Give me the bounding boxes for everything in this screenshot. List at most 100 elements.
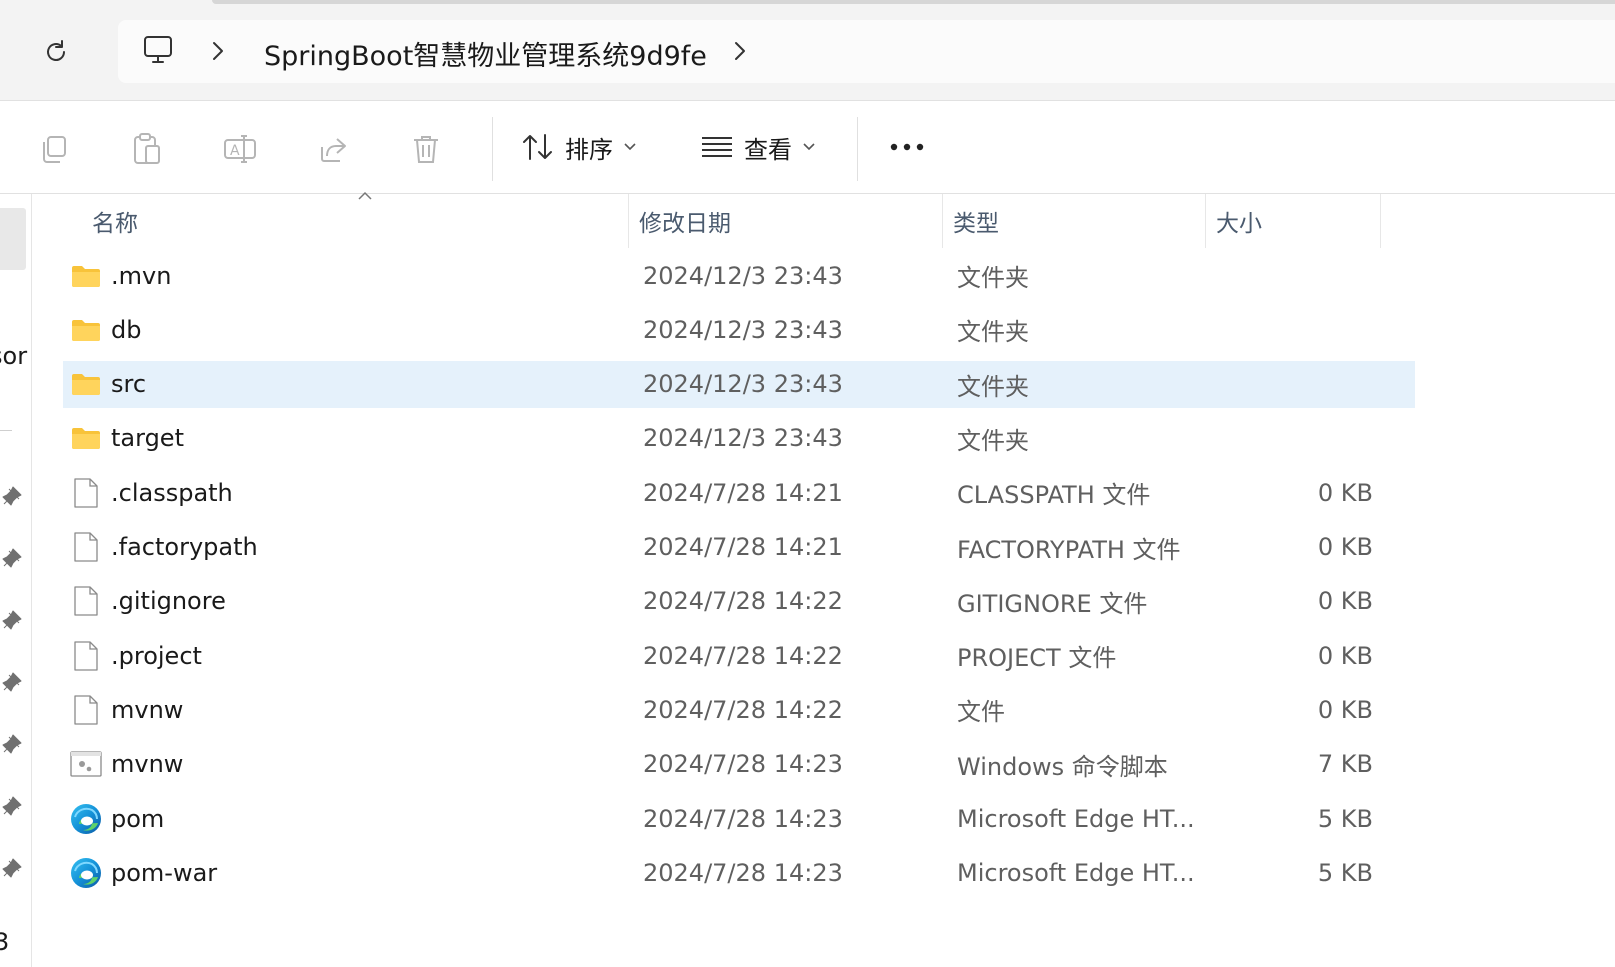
copy-icon [43, 136, 66, 163]
navigation-pane: sor 3 [0, 194, 32, 967]
address-bar[interactable]: SpringBoot智慧物业管理系统9d9fe [118, 20, 1615, 83]
file-row[interactable]: .mvn 2024/12/3 23:43 文件夹 [63, 252, 1415, 299]
file-name: .mvn [111, 261, 172, 290]
nav-item-label[interactable]: 3 [0, 928, 30, 956]
chevron-right-icon[interactable] [208, 40, 228, 62]
file-type: FACTORYPATH 文件 [957, 535, 1181, 564]
pin-icon[interactable] [0, 856, 24, 880]
column-divider[interactable] [1380, 194, 1381, 248]
toolbar-separator [492, 117, 493, 181]
pin-icon[interactable] [0, 670, 24, 694]
file-type: GITIGNORE 文件 [957, 589, 1148, 618]
pin-icon[interactable] [0, 794, 24, 818]
file-row[interactable]: mvnw 2024/7/28 14:23 Windows 命令脚本 7 KB [63, 741, 1415, 788]
file-type: Microsoft Edge HT... [957, 858, 1195, 887]
file-modified-date: 2024/7/28 14:22 [643, 587, 843, 616]
view-button[interactable]: 查看 [700, 123, 816, 171]
file-icon [69, 686, 103, 733]
paste-button[interactable] [127, 129, 167, 169]
share-icon [321, 138, 346, 162]
column-header-date[interactable]: 修改日期 [629, 194, 942, 248]
file-modified-date: 2024/7/28 14:23 [643, 750, 843, 779]
cmd-script-icon [69, 741, 103, 788]
file-row[interactable]: mvnw 2024/7/28 14:22 文件 0 KB [63, 686, 1415, 733]
file-name: .factorypath [111, 533, 258, 561]
address-bar-area: SpringBoot智慧物业管理系统9d9fe [0, 0, 1615, 101]
trash-icon [414, 136, 438, 163]
refresh-button[interactable] [36, 32, 76, 72]
pin-icon[interactable] [0, 608, 24, 632]
file-size [1223, 252, 1373, 299]
file-modified-date: 2024/12/3 23:43 [643, 370, 843, 399]
refresh-icon [47, 40, 65, 61]
folder-icon [69, 361, 103, 408]
file-row[interactable]: src 2024/12/3 23:43 文件夹 [63, 360, 1415, 408]
breadcrumb-folder[interactable]: SpringBoot智慧物业管理系统9d9fe [264, 34, 707, 73]
rename-icon: A [224, 135, 256, 163]
file-row[interactable]: pom 2024/7/28 14:23 Microsoft Edge HT... 5 … [63, 795, 1415, 842]
chevron-down-icon [803, 143, 815, 151]
copy-button[interactable] [34, 129, 74, 169]
file-type: Windows 命令脚本 [957, 752, 1168, 781]
chevron-right-icon[interactable] [730, 40, 750, 62]
file-row[interactable]: .gitignore 2024/7/28 14:22 GITIGNORE 文件 0 K… [63, 578, 1415, 625]
file-type: 文件夹 [957, 372, 1029, 401]
file-name: mvnw [111, 750, 184, 779]
file-name: mvnw [111, 695, 184, 724]
sort-label: 排序 [565, 135, 613, 164]
file-icon [69, 632, 103, 679]
file-row[interactable]: target 2024/12/3 23:43 文件夹 [63, 415, 1415, 462]
file-type: 文件夹 [957, 426, 1029, 455]
file-icon [69, 524, 103, 571]
folder-icon [69, 252, 103, 299]
pin-icon[interactable] [0, 546, 24, 570]
sort-icon [523, 134, 552, 160]
nav-selected-item[interactable] [0, 208, 26, 270]
more-options-button[interactable] [882, 125, 932, 169]
column-header-size[interactable]: 大小 [1206, 194, 1380, 248]
pin-icon[interactable] [0, 732, 24, 756]
file-size: 5 KB [1317, 804, 1373, 833]
nav-item-label[interactable]: sor [0, 342, 30, 370]
file-row[interactable]: .classpath 2024/7/28 14:21 CLASSPATH 文件 0 K… [63, 469, 1415, 516]
file-name: .project [111, 641, 202, 670]
pin-icon[interactable] [0, 484, 24, 508]
delete-button[interactable] [406, 129, 446, 169]
file-row[interactable]: pom-war 2024/7/28 14:23 Microsoft Edge HT.… [63, 849, 1415, 896]
folder-icon [69, 306, 103, 353]
file-row[interactable]: .project 2024/7/28 14:22 PROJECT 文件 0 KB [63, 632, 1415, 679]
sort-button[interactable]: 排序 [521, 123, 637, 171]
file-row[interactable]: db 2024/12/3 23:43 文件夹 [63, 306, 1415, 353]
chevron-down-icon [624, 143, 636, 151]
file-name: src [111, 370, 147, 399]
file-size [1223, 306, 1373, 353]
column-header-name[interactable]: 名称 [82, 194, 628, 248]
column-header-type[interactable]: 类型 [943, 194, 1205, 248]
command-bar: A 排序 查看 [0, 101, 1615, 194]
share-button[interactable] [313, 129, 353, 169]
file-icon [69, 578, 103, 625]
edge-icon [69, 849, 103, 896]
file-size: 0 KB [1317, 587, 1373, 616]
file-list: 名称 修改日期 类型 大小 .mvn 2024/12/3 23:43 文件夹 db 20… [32, 191, 1615, 967]
tab-edge [212, 0, 1615, 4]
file-size: 0 KB [1317, 641, 1373, 670]
file-row[interactable]: .factorypath 2024/7/28 14:21 FACTORYPATH 文… [63, 524, 1415, 571]
rename-button[interactable]: A [220, 129, 260, 169]
file-modified-date: 2024/7/28 14:23 [643, 858, 843, 887]
paste-icon [134, 133, 160, 164]
file-type: 文件夹 [957, 318, 1029, 347]
file-name: .gitignore [111, 587, 226, 616]
file-name: .classpath [111, 478, 233, 507]
file-size [1223, 415, 1373, 462]
file-modified-date: 2024/12/3 23:43 [643, 315, 843, 344]
list-view-icon [702, 137, 732, 157]
file-type: CLASSPATH 文件 [957, 481, 1151, 510]
file-modified-date: 2024/12/3 23:43 [643, 424, 843, 453]
more-horizontal-icon [890, 143, 924, 151]
file-icon [69, 469, 103, 516]
file-size: 5 KB [1317, 858, 1373, 887]
monitor-icon[interactable] [142, 34, 174, 66]
view-label: 查看 [744, 135, 792, 164]
file-name: pom-war [111, 858, 218, 887]
